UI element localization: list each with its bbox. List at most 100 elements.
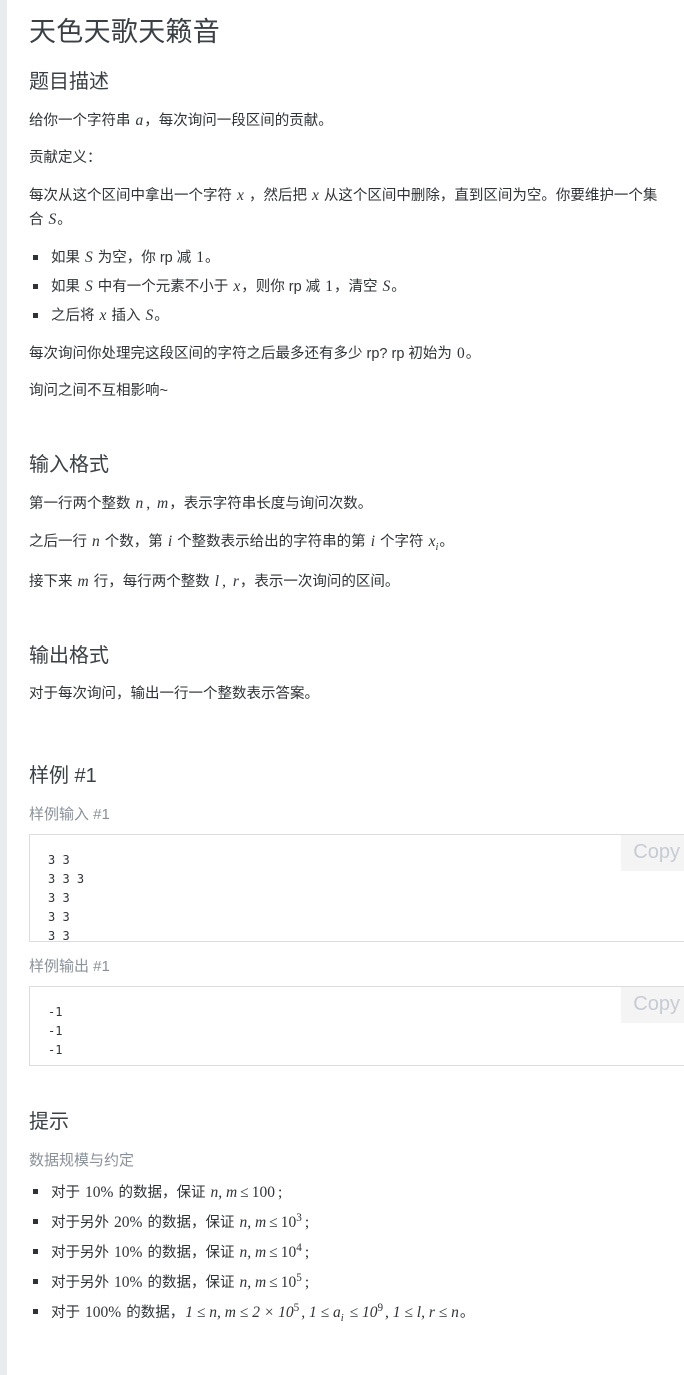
math-var-n: n bbox=[92, 532, 100, 550]
section-heading-input-format: 输入格式 bbox=[29, 453, 109, 476]
math-leq: ≤ bbox=[269, 1243, 278, 1261]
desc-p1-pre: 给你一个字符串 bbox=[29, 113, 135, 130]
description-paragraph-3: 每次从这个区间中拿出一个字符 x ，然后把 x 从这个区间中删除，直到区间为空。… bbox=[29, 184, 684, 232]
inp-l2-e: 。 bbox=[439, 533, 454, 550]
hint5-c3-text: ≤ 10 bbox=[345, 1303, 378, 1321]
inp-l2-a: 之后一行 bbox=[29, 533, 92, 550]
math-var-a: a bbox=[135, 112, 144, 130]
section-heading-sample: 样例 #1 bbox=[29, 764, 97, 787]
input-format-line-1: 第一行两个整数 n, m，表示字符串长度与询问次数。 bbox=[29, 492, 684, 516]
rule1-text-c: 。 bbox=[205, 249, 220, 266]
hint5-c3: ≤ 109 bbox=[345, 1302, 384, 1321]
description-rules-list: 如果 S 为空，你 rp 减 1 。 如果 S 中有一个元素不小于 x，则你 rp… bbox=[29, 246, 684, 328]
description-paragraph-2: 贡献定义： bbox=[29, 150, 102, 167]
hint5-c2-text: , 1 ≤ a bbox=[301, 1303, 341, 1321]
math-var-S: S bbox=[85, 248, 93, 266]
hint5-c2: , 1 ≤ ai bbox=[300, 1303, 344, 1324]
math-leq: ≤ bbox=[240, 1183, 249, 1201]
section-heading-output-format: 输出格式 bbox=[29, 645, 109, 668]
hint4-sup: 5 bbox=[296, 1271, 302, 1284]
inp-l2-c: 个整数表示给出的字符串的第 bbox=[173, 533, 370, 550]
list-item: 对于 10% 的数据，保证 n, m ≤100; bbox=[29, 1180, 684, 1206]
math-var-x-sub-i: xi bbox=[428, 533, 440, 553]
hint1-b: 的数据，保证 bbox=[114, 1184, 210, 1201]
rule1-text-a: 如果 bbox=[51, 249, 85, 266]
sample-output-label: 样例输出 #1 bbox=[29, 957, 110, 975]
hint5-end: 。 bbox=[459, 1304, 475, 1321]
list-item: 如果 S 中有一个元素不小于 x，则你 rp 减 1，清空 S。 bbox=[29, 275, 684, 300]
hint3-pct: 10% bbox=[114, 1243, 143, 1261]
hint3-end: ; bbox=[304, 1243, 310, 1261]
math-var-x: x bbox=[233, 277, 241, 295]
input-format-line-3: 接下来 m 行，每行两个整数 l, r，表示一次询问的区间。 bbox=[29, 570, 684, 594]
section-heading-description: 题目描述 bbox=[29, 71, 109, 94]
hint2-b: 的数据，保证 bbox=[143, 1214, 239, 1231]
sample-input-label: 样例输入 #1 bbox=[29, 805, 110, 823]
hint5-c1-text: 1 ≤ n, m ≤ 2 × 10 bbox=[185, 1303, 294, 1321]
hint-constraints-list: 对于 10% 的数据，保证 n, m ≤100; 对于另外 20% 的数据，保证 … bbox=[29, 1180, 684, 1328]
hint5-b: 的数据， bbox=[122, 1304, 185, 1321]
hint2-a: 对于另外 bbox=[51, 1214, 114, 1231]
hint1-pct: 10% bbox=[85, 1183, 114, 1201]
math-leq: ≤ bbox=[269, 1273, 278, 1291]
math-comma: , bbox=[222, 573, 230, 591]
rule3-text-b: 插入 bbox=[107, 307, 145, 324]
hint3-sup: 4 bbox=[296, 1241, 302, 1254]
hint2-vars: n, m bbox=[239, 1213, 267, 1231]
inp-l1-a: 第一行两个整数 bbox=[29, 495, 135, 512]
hint4-value: 105 bbox=[280, 1271, 303, 1291]
hint4-b: 的数据，保证 bbox=[143, 1274, 239, 1291]
list-item: 对于另外 20% 的数据，保证 n, m ≤103; bbox=[29, 1210, 684, 1236]
hint5-c2-sub: i bbox=[340, 1312, 344, 1324]
math-var-S: S bbox=[145, 306, 154, 324]
hint5-c1-sup: 5 bbox=[293, 1301, 300, 1314]
desc-p4-a: 每次询问你处理完这段区间的字符之后最多还有多少 rp? rp 初始为 bbox=[29, 346, 456, 363]
rule2-text-e: 。 bbox=[391, 278, 406, 295]
copy-button-input[interactable]: Copy bbox=[621, 834, 684, 871]
hint2-value: 103 bbox=[280, 1211, 303, 1231]
math-var-S: S bbox=[48, 210, 57, 228]
hint3-val: 10 bbox=[280, 1243, 297, 1261]
description-paragraph-1: 给你一个字符串 a，每次询问一段区间的贡献。 bbox=[29, 109, 684, 133]
hint1-value: 100 bbox=[251, 1184, 276, 1201]
rule2-text-c: ，则你 rp 减 bbox=[241, 278, 325, 295]
inp-l1-c: ，表示字符串长度与询问次数。 bbox=[169, 495, 373, 512]
rule1-text-b: 为空，你 rp 减 bbox=[93, 249, 196, 266]
desc-p3-b: ，然后把 bbox=[244, 187, 311, 204]
math-var-m: m bbox=[77, 573, 89, 591]
output-format-line: 对于每次询问，输出一行一个整数表示答案。 bbox=[29, 686, 319, 703]
math-var-m: m bbox=[157, 494, 169, 512]
desc-p3-d: 。 bbox=[57, 211, 72, 228]
inp-l3-d: ，表示一次询问的区间。 bbox=[239, 574, 400, 591]
hint5-c1: 1 ≤ n, m ≤ 2 × 105 bbox=[184, 1301, 300, 1321]
rule2-text-a: 如果 bbox=[51, 278, 85, 295]
hint1-end: ; bbox=[277, 1183, 283, 1201]
input-format-line-2: 之后一行 n 个数，第 i 个整数表示给出的字符串的第 i 个字符 xi。 bbox=[29, 530, 684, 556]
hint1-a: 对于 bbox=[51, 1184, 85, 1201]
description-paragraph-4: 每次询问你处理完这段区间的字符之后最多还有多少 rp? rp 初始为 0。 bbox=[29, 342, 684, 366]
inp-l2-b: 个数，第 bbox=[100, 533, 167, 550]
sample-input-block: 3 3 3 3 3 3 3 3 3 3 3 Copy bbox=[29, 833, 684, 942]
hint2-sup: 3 bbox=[296, 1211, 302, 1224]
math-leq: ≤ bbox=[269, 1213, 278, 1231]
math-var-S-2: S bbox=[382, 277, 391, 295]
hint3-a: 对于另外 bbox=[51, 1244, 114, 1261]
copy-button-output[interactable]: Copy bbox=[621, 986, 684, 1023]
hint4-a: 对于另外 bbox=[51, 1274, 114, 1291]
page-title: 天色天歌天籁音 bbox=[29, 17, 221, 47]
hint2-val: 10 bbox=[280, 1213, 297, 1231]
desc-p1-post: ，每次询问一段区间的贡献。 bbox=[144, 113, 333, 130]
desc-p4-b: 。 bbox=[465, 346, 481, 363]
rule3-text-a: 之后将 bbox=[51, 307, 99, 324]
math-var-S: S bbox=[85, 277, 93, 295]
hint5-c4: , 1 ≤ l, r ≤ n bbox=[385, 1303, 459, 1321]
hint3-vars: n, m bbox=[239, 1243, 267, 1261]
sample-output-text: -1 -1 -1 bbox=[48, 1004, 63, 1057]
rule2-text-d: ，清空 bbox=[333, 278, 382, 295]
math-var-r: r bbox=[232, 573, 239, 591]
hint2-pct: 20% bbox=[114, 1213, 143, 1231]
math-num-1: 1 bbox=[325, 277, 333, 295]
hint-subtitle: 数据规模与约定 bbox=[29, 1151, 135, 1169]
sample-output-block: -1 -1 -1 Copy bbox=[29, 985, 684, 1066]
section-heading-hint: 提示 bbox=[29, 1110, 69, 1133]
